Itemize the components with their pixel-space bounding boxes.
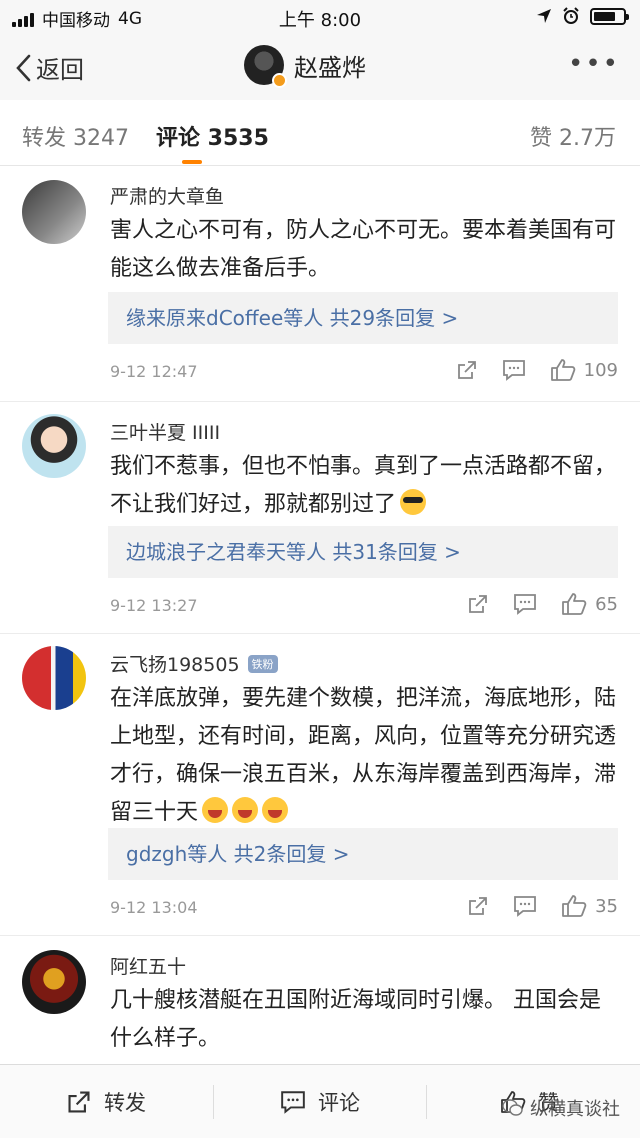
laugh-emoji-icon	[262, 797, 289, 823]
verified-badge-icon	[272, 73, 287, 88]
share-icon	[457, 361, 476, 379]
comment-time: 9-12 12:47	[110, 362, 198, 381]
status-right	[536, 7, 629, 25]
battery-fill	[594, 11, 615, 21]
comment-actions: 65	[467, 592, 618, 616]
like-count: 109	[583, 359, 618, 381]
like-button[interactable]: 35	[561, 894, 618, 918]
profile-header[interactable]: 赵盛烨	[244, 45, 366, 88]
bottom-toolbar: 转发 评论 赞 纵横真谈社	[0, 1064, 640, 1138]
alarm-icon	[563, 7, 579, 24]
comment-label: 评论	[318, 1091, 360, 1115]
watermark-text: 纵横真谈社	[530, 1099, 620, 1120]
repost-button[interactable]: 转发	[66, 1087, 146, 1117]
comment-actions: 109	[456, 358, 618, 382]
comment-time: 9-12 13:27	[110, 596, 198, 615]
comment-text: 在洋底放弹，要先建个数模，把洋流，海底地形，陆上地型，还有时间，距离，风向，位置…	[110, 686, 617, 825]
reply-summary[interactable]: gdzgh等人 共2条回复 >	[108, 828, 618, 880]
reply-button[interactable]	[513, 895, 537, 917]
divider	[426, 1085, 427, 1119]
nav-bar: 返回 赵盛烨 •••	[0, 34, 640, 100]
comment-text: 我们不惹事，但也不怕事。真到了一点活路都不留，不让我们好过，那就都别过了	[110, 454, 617, 517]
more-icon[interactable]: •••	[568, 51, 620, 77]
thumbs-up-icon	[562, 593, 587, 615]
like-count: 35	[595, 895, 618, 917]
avatar[interactable]	[22, 414, 86, 478]
watermark: 纵横真谈社	[502, 1095, 620, 1121]
share-button[interactable]	[467, 895, 489, 917]
reply-mid: 等人	[187, 842, 234, 866]
tab-like[interactable]: 赞 2.7万	[530, 120, 616, 152]
comment-actions: 35	[467, 894, 618, 918]
chevron-left-icon	[16, 54, 31, 81]
share-icon	[68, 1091, 90, 1113]
reply-mid: 等人	[286, 540, 333, 564]
comment-button[interactable]: 评论	[280, 1087, 360, 1117]
avatar[interactable]	[244, 45, 287, 88]
avatar[interactable]	[22, 950, 86, 1014]
cool-emoji-icon	[400, 489, 427, 515]
laugh-emoji-icon	[232, 797, 259, 823]
comment-icon	[281, 1091, 305, 1114]
share-icon	[469, 595, 487, 613]
reply-count[interactable]: 共2条回复 >	[234, 842, 350, 866]
avatar[interactable]	[22, 646, 86, 710]
comment-item: 三叶半夏 IIIII 我们不惹事，但也不怕事。真到了一点活路都不留，不让我们好过…	[0, 402, 640, 634]
tab-indicator	[182, 160, 202, 164]
divider	[213, 1085, 214, 1119]
tab-bar: 转发 3247 评论 3535 赞 2.7万	[0, 100, 640, 166]
share-button[interactable]	[467, 593, 489, 615]
comment-text: 害人之心不可有，防人之心不可无。要本着美国有可能这么做去准备后手。	[110, 218, 617, 281]
like-count: 65	[595, 593, 618, 615]
reply-summary[interactable]: 边城浪子之君奉天等人 共31条回复 >	[108, 526, 618, 578]
comment-icon	[502, 360, 525, 381]
comment-item: 云飞扬198505 铁粉 在洋底放弹，要先建个数模，把洋流，海底地形，陆上地型，还…	[0, 634, 640, 936]
battery-icon	[590, 7, 629, 25]
comment-author[interactable]: 三叶半夏 IIIII	[110, 418, 220, 445]
tab-comment[interactable]: 评论 3535	[156, 120, 269, 152]
comment-author[interactable]: 阿红五十	[110, 952, 186, 979]
comment-author[interactable]: 严肃的大章鱼	[110, 182, 224, 209]
reply-users[interactable]: 边城浪子之君奉天	[126, 540, 286, 564]
comment-item: 严肃的大章鱼 害人之心不可有，防人之心不可无。要本着美国有可能这么做去准备后手。…	[0, 166, 640, 402]
reply-count[interactable]: 共29条回复 >	[330, 306, 459, 330]
page-title: 赵盛烨	[294, 53, 366, 82]
reply-count[interactable]: 共31条回复 >	[332, 540, 461, 564]
comment-author[interactable]: 云飞扬198505 铁粉	[110, 650, 278, 677]
tab-repost[interactable]: 转发 3247	[22, 120, 129, 152]
reply-summary[interactable]: 缘来原来dCoffee等人 共29条回复 >	[108, 292, 618, 344]
comment-icon	[514, 896, 536, 917]
back-button[interactable]: 返回	[14, 50, 84, 85]
reply-users[interactable]: 缘来原来dCoffee	[126, 306, 283, 330]
comment-text: 几十艘核潜艇在丑国附近海域同时引爆。 丑国会是什么样子。	[110, 988, 601, 1051]
like-button[interactable]: 65	[561, 592, 618, 616]
thumbs-up-icon	[562, 895, 587, 917]
reply-users[interactable]: gdzgh	[126, 842, 187, 866]
laugh-emoji-icon	[202, 797, 229, 823]
share-button[interactable]	[456, 359, 478, 381]
reply-button[interactable]	[502, 359, 526, 381]
reply-mid: 等人	[283, 306, 330, 330]
status-bar: 中国移动 4G 上午 8:00	[0, 0, 640, 34]
reply-button[interactable]	[513, 593, 537, 615]
comment-time: 9-12 13:04	[110, 898, 198, 917]
back-label: 返回	[36, 56, 84, 84]
fan-badge: 铁粉	[247, 654, 278, 673]
avatar[interactable]	[22, 180, 86, 244]
wechat-icon	[502, 1099, 523, 1116]
like-button[interactable]: 109	[550, 358, 618, 382]
comment-item: 阿红五十 几十艘核潜艇在丑国附近海域同时引爆。 丑国会是什么样子。	[0, 936, 640, 1064]
location-icon	[537, 9, 551, 23]
share-icon	[469, 897, 487, 915]
comment-icon	[514, 594, 536, 615]
repost-label: 转发	[104, 1091, 146, 1115]
thumbs-up-icon	[550, 359, 575, 381]
